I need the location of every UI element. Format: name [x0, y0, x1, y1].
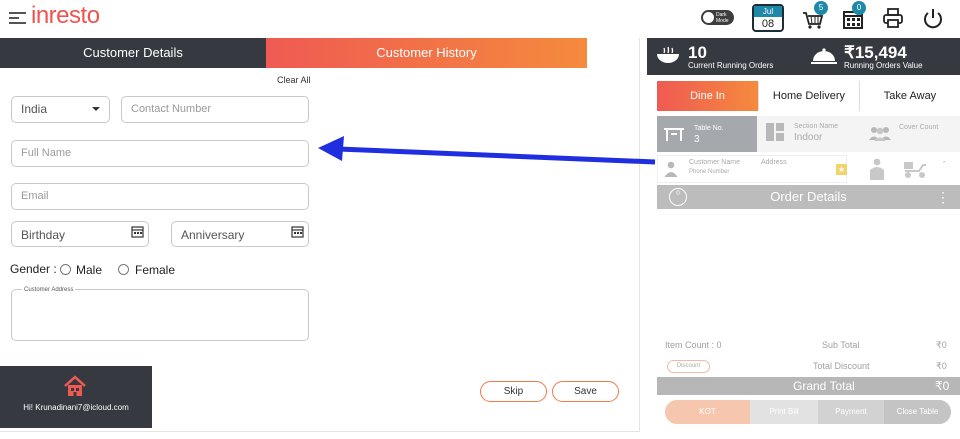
- tab-take-away[interactable]: Take Away: [859, 81, 960, 111]
- tab-customer-details[interactable]: Customer Details: [0, 38, 266, 68]
- logo: inresto: [31, 2, 100, 29]
- toggle-knob: [703, 12, 714, 23]
- gender-female-label[interactable]: Female: [135, 263, 175, 277]
- dark-mode-label: Dark Mode: [716, 12, 729, 24]
- order-details-header: 0 Order Details ⋮: [657, 185, 960, 209]
- contact-number-input[interactable]: Contact Number: [121, 96, 309, 123]
- printer-icon[interactable]: [882, 7, 904, 29]
- anniversary-placeholder: Anniversary: [181, 228, 245, 242]
- email-input[interactable]: Email: [11, 183, 309, 210]
- skip-button[interactable]: Skip: [480, 381, 547, 402]
- table-number-selector[interactable]: Table No. 3: [657, 116, 757, 152]
- calendar-day: 08: [761, 18, 775, 30]
- home-icon[interactable]: [63, 374, 87, 398]
- customer-selector[interactable]: Customer Name Phone Number Address ★: [657, 155, 847, 183]
- delivery-dash: -: [943, 159, 946, 166]
- gender-label: Gender :: [10, 262, 57, 276]
- gender-male-label[interactable]: Male: [76, 263, 102, 277]
- sub-total-label: Sub Total: [822, 340, 860, 350]
- item-count: Item Count : 0: [665, 340, 722, 350]
- customer-address-input[interactable]: Customer Address: [11, 287, 309, 341]
- birthday-placeholder: Birthday: [21, 228, 66, 242]
- table-icon: [664, 128, 684, 141]
- star-icon[interactable]: ★: [836, 164, 847, 175]
- menu-icon[interactable]: [9, 12, 26, 24]
- orders-badge: 0: [852, 1, 866, 15]
- phone-number-label: Phone Number: [689, 169, 730, 175]
- people-icon: [869, 127, 891, 141]
- customer-info-row: Customer Name Phone Number Address ★ -: [657, 155, 960, 183]
- waiter-icon[interactable]: [869, 158, 885, 180]
- payment-button[interactable]: Payment: [818, 400, 884, 424]
- power-icon[interactable]: [922, 7, 944, 29]
- section-icon: [766, 123, 784, 141]
- cart-icon[interactable]: 5: [802, 1, 828, 30]
- dark-mode-toggle[interactable]: Dark Mode: [701, 10, 734, 25]
- grand-total-label: Grand Total: [793, 379, 855, 393]
- cover-count-label: Cover Count: [899, 124, 939, 131]
- running-orders-value: ₹15,494: [844, 43, 907, 62]
- more-options-icon[interactable]: ⋮: [936, 185, 950, 209]
- running-orders-value-label: Running Orders Value: [844, 61, 923, 70]
- running-orders-label: Current Running Orders: [688, 61, 774, 70]
- order-details-title: Order Details: [770, 189, 847, 204]
- discount-button[interactable]: Discount: [667, 360, 710, 373]
- customer-name-label: Customer Name: [689, 159, 740, 166]
- kot-button[interactable]: KOT: [665, 400, 750, 424]
- sub-total-value: ₹0: [936, 340, 947, 350]
- tab-customer-history[interactable]: Customer History: [266, 38, 587, 68]
- anniversary-input[interactable]: Anniversary: [171, 221, 309, 247]
- table-value: 3: [694, 134, 700, 145]
- user-card: Hi! Krunadinani7@icloud.com: [0, 366, 152, 428]
- user-icon: [664, 161, 678, 177]
- tab-dine-in[interactable]: Dine In: [657, 81, 758, 111]
- grand-total-bar: Grand Total ₹0: [657, 377, 960, 395]
- order-actions-bar: KOT Print Bill Payment Close Table: [665, 400, 951, 424]
- save-button[interactable]: Save: [552, 381, 619, 402]
- total-discount-value: ₹0: [936, 361, 947, 371]
- cover-count-selector[interactable]: Cover Count: [867, 120, 960, 150]
- cart-badge: 5: [814, 1, 828, 15]
- section-selector[interactable]: Section Name Indoor: [764, 120, 864, 150]
- delivery-scooter-icon[interactable]: [902, 159, 928, 179]
- running-orders-count: 10: [688, 43, 707, 62]
- print-bill-button[interactable]: Print Bill: [750, 400, 818, 424]
- country-select[interactable]: India: [11, 96, 110, 123]
- section-value: Indoor: [794, 132, 823, 143]
- table-label: Table No.: [694, 125, 724, 132]
- clear-all-link[interactable]: Clear All: [277, 75, 311, 85]
- top-bar: inresto Dark Mode Jul 08 5 0: [0, 0, 960, 37]
- gender-female-radio[interactable]: [118, 264, 129, 275]
- orders-calendar-icon[interactable]: 0: [842, 1, 866, 30]
- close-table-button[interactable]: Close Table: [884, 400, 951, 424]
- tab-home-delivery[interactable]: Home Delivery: [758, 81, 859, 111]
- customer-address-label: Customer Address: [22, 287, 76, 293]
- full-name-input[interactable]: Full Name: [11, 140, 309, 167]
- grand-total-value: ₹0: [935, 379, 950, 393]
- calendar-icon[interactable]: [291, 225, 304, 238]
- calendar-icon[interactable]: [131, 225, 144, 238]
- order-panel: 10 Current Running Orders ₹15,494 Runnin…: [647, 38, 960, 439]
- birthday-input[interactable]: Birthday: [11, 221, 149, 247]
- item-count-badge-value: 0: [676, 191, 680, 197]
- customer-panel: Customer Details Customer History Clear …: [0, 38, 640, 432]
- address-label: Address: [761, 159, 787, 166]
- stats-bar: 10 Current Running Orders ₹15,494 Runnin…: [647, 38, 960, 75]
- cloche-icon: [811, 48, 837, 64]
- total-discount-label: Total Discount: [813, 361, 870, 371]
- calendar-date-icon[interactable]: Jul 08: [752, 4, 784, 32]
- country-value: India: [21, 102, 48, 116]
- user-greeting: Hi! Krunadinani7@icloud.com: [23, 403, 129, 412]
- item-count-badge: 0: [669, 188, 687, 206]
- calendar-month: Jul: [754, 6, 782, 17]
- section-label: Section Name: [794, 123, 838, 130]
- gender-male-radio[interactable]: [60, 264, 71, 275]
- chevron-down-icon: [92, 107, 100, 111]
- food-bowl-icon: [657, 46, 679, 63]
